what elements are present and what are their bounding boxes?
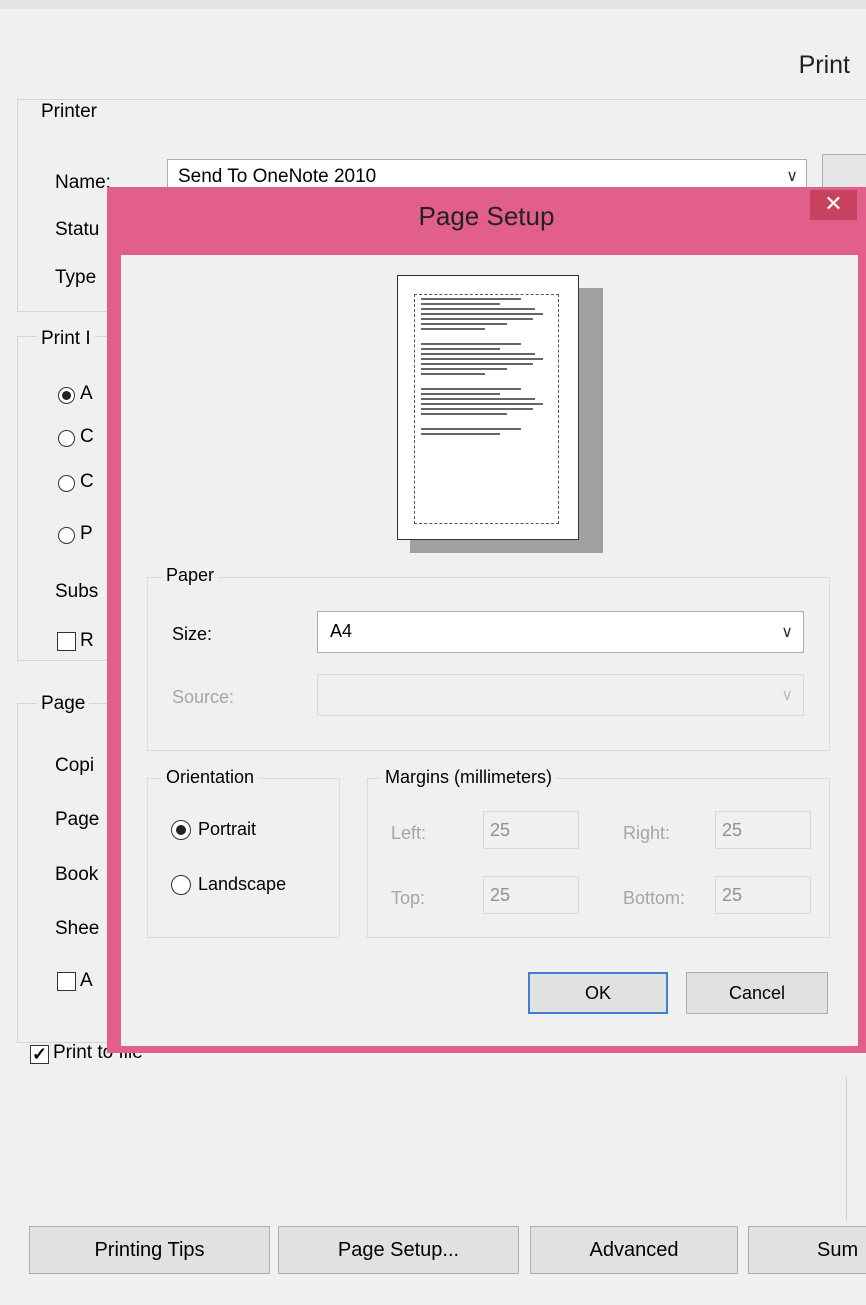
paper-group-label: Paper (162, 565, 219, 586)
subset-label: Subs (55, 581, 99, 602)
chevron-down-icon: ∨ (781, 624, 793, 641)
advanced-button[interactable]: Advanced (530, 1226, 738, 1274)
page-preview (397, 275, 579, 540)
name-label: Name: (55, 172, 111, 193)
landscape-label: Landscape (198, 874, 287, 894)
booklet-label: Book (55, 864, 99, 885)
page-handling-label: Page (37, 693, 90, 715)
margins-group (367, 778, 830, 938)
paper-source-select[interactable]: ∨ (317, 674, 804, 716)
close-button[interactable]: ✕ (810, 190, 857, 220)
cancel-button[interactable]: Cancel (686, 972, 828, 1014)
radio-option-4[interactable] (58, 527, 75, 544)
radio-all[interactable] (58, 387, 75, 404)
print-dialog-title: Print (798, 51, 850, 79)
orientation-group (147, 778, 340, 938)
printing-tips-button[interactable]: Printing Tips (29, 1226, 270, 1274)
radio-option-3-label: C (80, 471, 94, 492)
left-margin-label: Left: (391, 823, 427, 843)
page-setup-content: Paper Size: A4 ∨ Source: ∨ Orientation P… (121, 255, 858, 1046)
portrait-radio[interactable] (171, 820, 191, 840)
paper-group (147, 577, 830, 751)
ok-button[interactable]: OK (528, 972, 668, 1014)
radio-option-3[interactable] (58, 475, 75, 492)
page-setup-title: Page Setup (418, 201, 555, 231)
preview-margin-box (414, 294, 559, 524)
sheets-label: Shee (55, 918, 100, 939)
printer-group-label: Printer (37, 101, 101, 123)
page-setup-button[interactable]: Page Setup... (278, 1226, 519, 1274)
top-bar (0, 0, 866, 9)
page-setup-dialog: Page Setup ✕ Paper Size: A4 ∨ Source: ∨ … (107, 187, 866, 1053)
printer-name-value: Send To OneNote 2010 (178, 166, 377, 187)
close-icon: ✕ (824, 191, 843, 216)
summary-button[interactable]: Sum (748, 1226, 866, 1274)
pages-label: Page (55, 809, 100, 830)
radio-all-label: A (80, 383, 93, 404)
margins-group-label: Margins (millimeters) (381, 767, 557, 788)
portrait-label: Portrait (198, 819, 257, 839)
paper-size-select[interactable]: A4 ∨ (317, 611, 804, 653)
radio-option-4-label: P (80, 523, 93, 544)
reverse-checkbox[interactable] (57, 632, 76, 651)
page-option-label: A (80, 970, 93, 991)
status-label: Statu (55, 219, 100, 240)
reverse-label: R (80, 630, 94, 651)
comment-area-edge (846, 1077, 847, 1220)
print-range-label: Print I (37, 328, 95, 350)
size-label: Size: (172, 624, 213, 644)
bottom-margin-label: Bottom: (623, 888, 686, 908)
copies-label: Copi (55, 755, 95, 776)
chevron-down-icon: ∨ (786, 168, 798, 185)
radio-option-2[interactable] (58, 430, 75, 447)
right-margin-input[interactable]: 25 (715, 811, 811, 849)
orientation-group-label: Orientation (162, 767, 259, 788)
paper-size-value: A4 (330, 621, 353, 641)
landscape-radio[interactable] (171, 875, 191, 895)
chevron-down-icon: ∨ (781, 687, 793, 704)
checkmark-icon: ✓ (31, 1044, 48, 1064)
radio-option-2-label: C (80, 426, 94, 447)
right-margin-label: Right: (623, 823, 671, 843)
page-option-checkbox[interactable] (57, 972, 76, 991)
bottom-margin-input[interactable]: 25 (715, 876, 811, 914)
top-margin-input[interactable]: 25 (483, 876, 579, 914)
print-to-file-checkbox[interactable]: ✓ (30, 1045, 49, 1064)
top-margin-label: Top: (391, 888, 426, 908)
left-margin-input[interactable]: 25 (483, 811, 579, 849)
source-label: Source: (172, 687, 235, 707)
type-label: Type (55, 267, 97, 288)
